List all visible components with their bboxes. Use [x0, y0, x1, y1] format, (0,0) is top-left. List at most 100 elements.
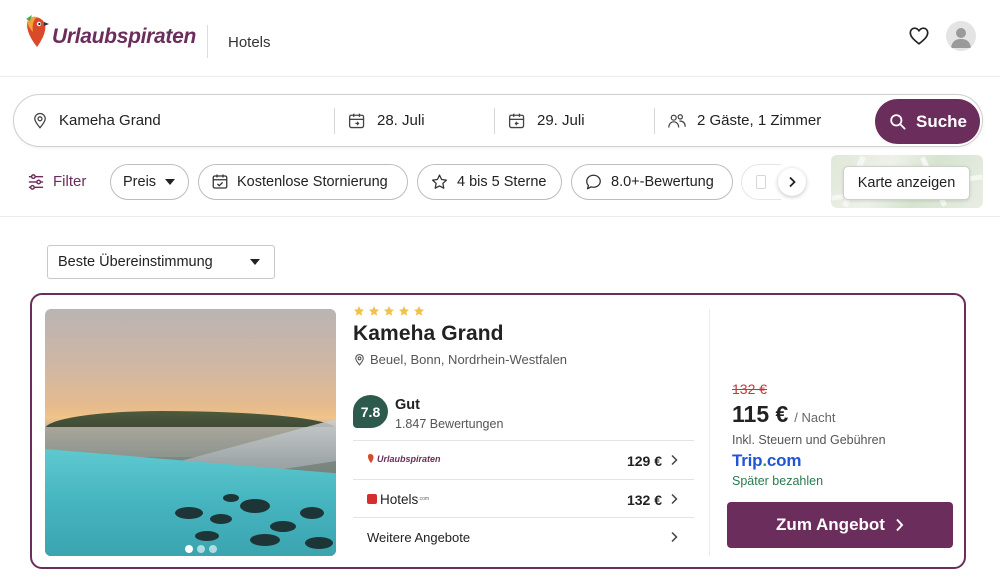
chevron-right-icon	[789, 176, 796, 188]
favorites-heart-icon[interactable]	[908, 25, 930, 47]
caret-down-icon	[165, 179, 176, 185]
location-pin-icon	[355, 353, 364, 366]
provider-name: Hotels	[380, 491, 419, 507]
sort-selected-value: Beste Übereinstimmung	[58, 254, 213, 270]
provider-hotels-com: Hotels .com	[367, 492, 429, 507]
chip-stars-label: 4 bis 5 Sterne	[457, 174, 547, 190]
carousel-dot[interactable]	[197, 545, 205, 553]
photo-carousel-dots[interactable]	[185, 545, 217, 553]
pay-later-note: Später bezahlen	[732, 474, 824, 488]
chip-partial[interactable]	[741, 164, 781, 200]
hotel-info: Kameha Grand Beuel, Bonn, Nordrhein-West…	[353, 305, 693, 431]
star-icon	[399, 306, 409, 316]
hotels-com-logo-icon	[367, 494, 377, 504]
checkin-value: 28. Juli	[377, 112, 425, 129]
hotel-stars	[353, 305, 693, 319]
chip-free-cancellation[interactable]: Kostenlose Stornierung	[198, 164, 408, 200]
location-pin-icon	[34, 112, 46, 129]
partner-logo: Trip.com	[732, 451, 962, 471]
star-icon	[431, 174, 448, 189]
top-header: Urlaubspiraten Hotels	[0, 0, 1000, 77]
search-bar: Kameha Grand 28. Juli 29. Juli 2 Gäste, …	[13, 94, 983, 147]
offer-list: Urlaubspiraten 129 € Hotels .com 132 € W…	[353, 440, 694, 556]
hotel-location: Beuel, Bonn, Nordrhein-Westfalen	[353, 352, 693, 367]
search-button[interactable]: Suche	[875, 99, 980, 144]
more-offers-row[interactable]: Weitere Angebote	[353, 517, 694, 556]
search-button-label: Suche	[915, 111, 968, 131]
provider-urlaubspiraten: Urlaubspiraten	[367, 453, 441, 464]
star-icon	[354, 306, 364, 316]
hotel-location-text: Beuel, Bonn, Nordrhein-Westfalen	[370, 352, 568, 367]
rating-label: Gut	[395, 397, 420, 413]
more-offers-label: Weitere Angebote	[367, 530, 471, 545]
offer-price: 132 €	[626, 491, 662, 508]
offer-row-urlaubspiraten[interactable]: Urlaubspiraten 129 €	[353, 440, 694, 479]
sort-select[interactable]: Beste Übereinstimmung	[47, 245, 275, 279]
speech-bubble-icon	[586, 174, 601, 190]
star-icon	[369, 306, 379, 316]
filter-button[interactable]: Filter	[27, 173, 86, 190]
offer-row-hotels-com[interactable]: Hotels .com 132 €	[353, 478, 694, 518]
chip-rating[interactable]: 8.0+-Bewertung	[571, 164, 733, 200]
parrot-logo-icon	[24, 14, 50, 50]
provider-name: Urlaubspiraten	[377, 453, 441, 464]
carousel-dot[interactable]	[185, 545, 193, 553]
guests-value: 2 Gäste, 1 Zimmer	[697, 112, 822, 129]
chips-scroll-right-button[interactable]	[778, 168, 806, 196]
calendar-check-icon	[212, 174, 228, 189]
show-map-button[interactable]: Karte anzeigen	[843, 166, 970, 200]
provider-suffix: .com	[418, 496, 430, 502]
guests-icon	[668, 113, 686, 128]
user-icon	[951, 28, 971, 48]
rating-count: 1.847 Bewertungen	[395, 417, 504, 431]
old-price: 132 €	[732, 381, 768, 397]
checkout-field[interactable]: 29. Juli	[507, 95, 585, 146]
partner-name-part: com	[766, 451, 802, 470]
chevron-right-icon	[671, 454, 678, 466]
search-icon	[890, 114, 906, 130]
filter-label: Filter	[53, 173, 87, 190]
logo[interactable]: Urlaubspiraten	[24, 14, 196, 50]
price-unit: / Nacht	[794, 410, 836, 425]
search-separator	[334, 108, 335, 134]
chip-free-cancellation-label: Kostenlose Stornierung	[237, 174, 388, 190]
user-avatar[interactable]	[946, 21, 976, 51]
chip-price-label: Preis	[123, 174, 157, 190]
caret-down-icon	[250, 259, 260, 265]
chevron-right-icon	[896, 518, 904, 532]
carousel-dot[interactable]	[209, 545, 217, 553]
nav-hotels[interactable]: Hotels	[228, 34, 271, 51]
search-separator	[654, 108, 655, 134]
tax-note: Inkl. Steuern und Gebühren	[732, 433, 886, 447]
deal-button-label: Zum Angebot	[776, 515, 885, 534]
brand-name: Urlaubspiraten	[52, 25, 196, 48]
destination-field[interactable]: Kameha Grand	[31, 95, 161, 146]
hotel-name[interactable]: Kameha Grand	[353, 322, 693, 346]
filter-bar: Filter Preis Kostenlose Stornierung 4 bi…	[0, 155, 1000, 217]
sliders-icon	[28, 173, 44, 190]
chip-stars[interactable]: 4 bis 5 Sterne	[417, 164, 562, 200]
chip-price[interactable]: Preis	[110, 164, 189, 200]
calendar-checkout-icon	[508, 113, 525, 128]
checkout-value: 29. Juli	[537, 112, 585, 129]
search-separator	[494, 108, 495, 134]
card-divider	[709, 309, 710, 556]
chip-rating-label: 8.0+-Bewertung	[611, 174, 714, 190]
current-price: 115 € / Nacht	[732, 401, 962, 428]
calendar-checkin-icon	[348, 113, 365, 128]
checkin-field[interactable]: 28. Juli	[347, 95, 425, 146]
deal-button[interactable]: Zum Angebot	[727, 502, 953, 548]
rating-badge: 7.8	[353, 395, 388, 428]
price-box: 132 € 115 € / Nacht Inkl. Steuern und Ge…	[732, 381, 962, 488]
hotel-card[interactable]: Kameha Grand Beuel, Bonn, Nordrhein-West…	[30, 293, 966, 569]
star-icon	[414, 306, 424, 316]
partner-name-part: Trip	[732, 451, 763, 470]
chevron-right-icon	[671, 531, 678, 543]
star-icon	[384, 306, 394, 316]
header-divider	[207, 25, 208, 58]
guests-field[interactable]: 2 Gäste, 1 Zimmer	[667, 95, 821, 146]
chevron-right-icon	[671, 493, 678, 504]
hotel-photo[interactable]	[45, 309, 336, 556]
offer-price: 129 €	[626, 453, 662, 469]
price-amount: 115 €	[732, 401, 789, 427]
